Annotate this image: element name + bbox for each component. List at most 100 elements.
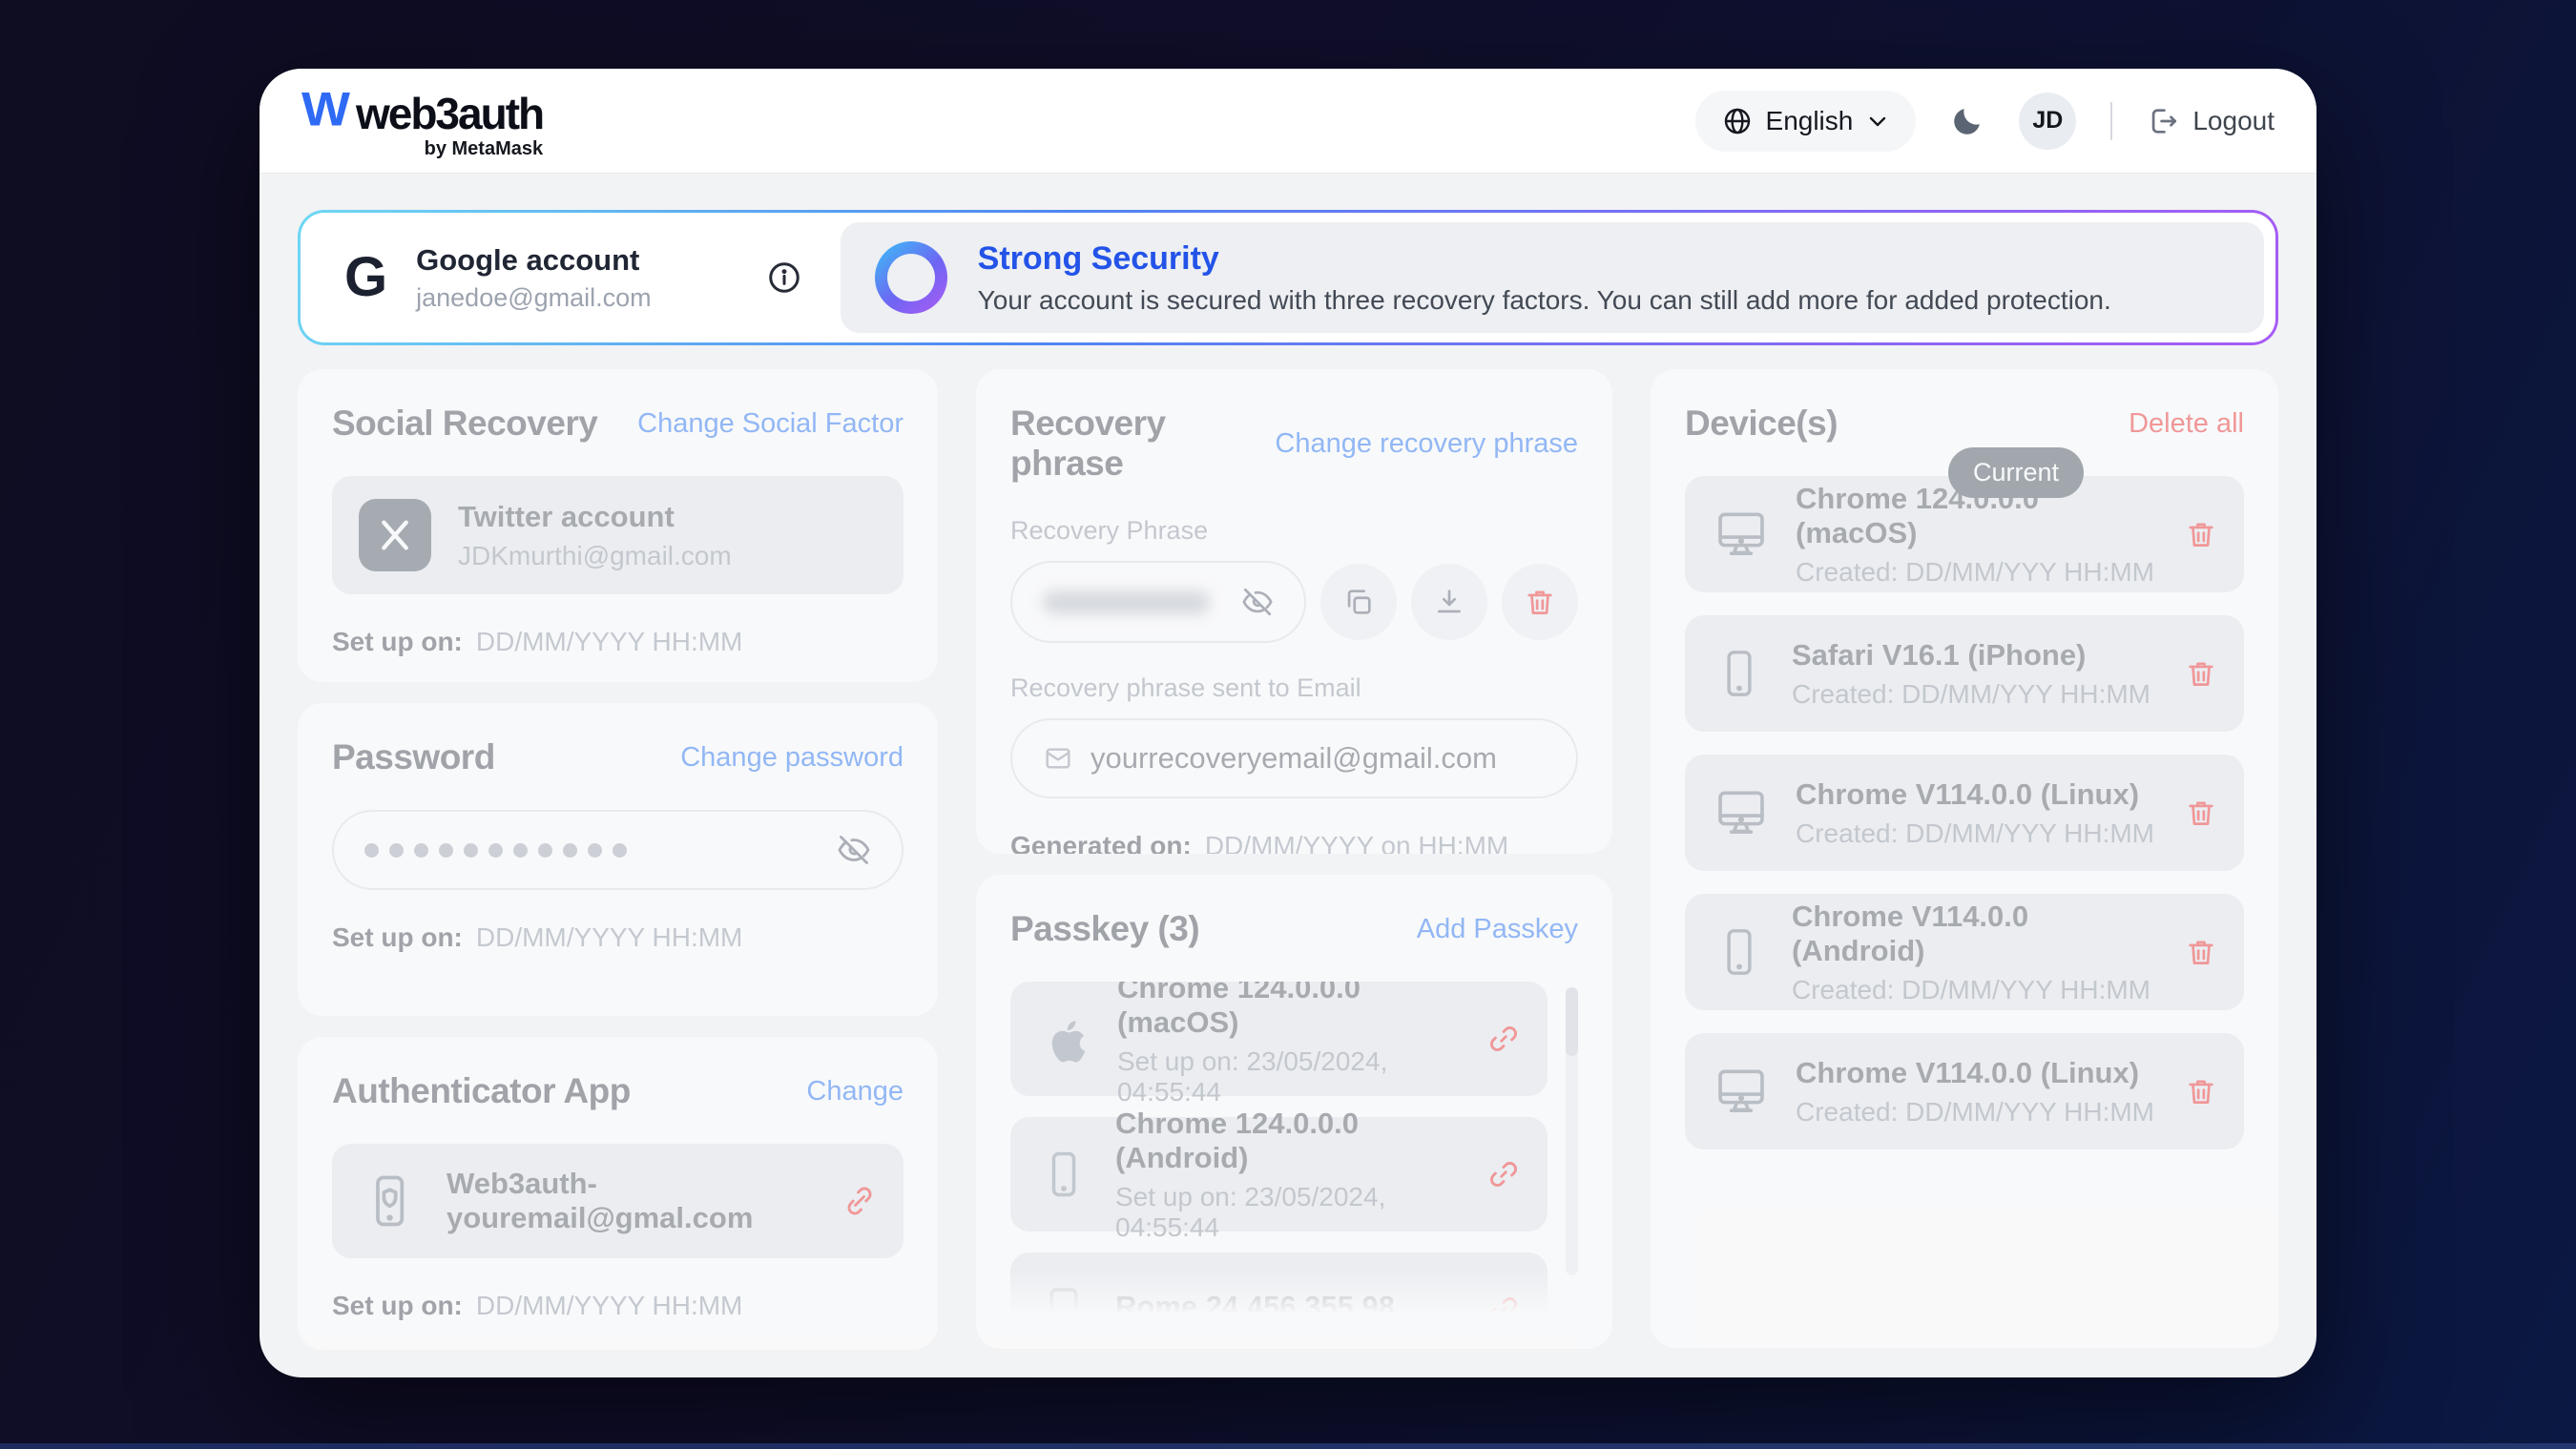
- password-setup-label: Set up on:: [332, 922, 463, 953]
- account-provider-title: Google account: [416, 243, 652, 278]
- bottom-edge-glow: [0, 1443, 2576, 1449]
- change-authenticator-link[interactable]: Change: [806, 1076, 904, 1107]
- authenticator-card: Authenticator App Change: [298, 1037, 938, 1350]
- password-field[interactable]: [332, 810, 904, 890]
- add-passkey-link[interactable]: Add Passkey: [1417, 914, 1578, 945]
- trash-icon[interactable]: [2185, 518, 2217, 550]
- authenticator-email: Web3auth-youremail@gmal.com: [447, 1167, 816, 1235]
- web3auth-logo-icon: W: [301, 86, 346, 134]
- authenticator-title: Authenticator App: [332, 1071, 631, 1111]
- change-recovery-phrase-link[interactable]: Change recovery phrase: [1275, 428, 1578, 460]
- security-status-title: Strong Security: [978, 240, 2111, 278]
- recovery-email-value: yourrecoveryemail@gmail.com: [1091, 741, 1497, 776]
- blurred-phrase-value: [1043, 590, 1210, 614]
- mail-icon: [1043, 743, 1073, 774]
- desktop-icon: [1712, 505, 1771, 564]
- chevron-down-icon: [1866, 110, 1889, 133]
- passkey-scrollbar-thumb[interactable]: [1566, 987, 1578, 1056]
- smartphone-icon: [1712, 646, 1767, 701]
- eye-off-icon[interactable]: [837, 833, 871, 867]
- device-meta: Created: DD/MM/YYY HH:MM: [1792, 975, 2160, 1005]
- device-title: Safari V16.1 (iPhone): [1792, 638, 2150, 673]
- twitter-account-item: Twitter account JDKmurthi@gmail.com: [332, 476, 904, 594]
- device-meta: Created: DD/MM/YYY HH:MM: [1796, 557, 2160, 588]
- device-meta: Created: DD/MM/YYY HH:MM: [1796, 818, 2154, 849]
- globe-icon: [1722, 106, 1753, 136]
- social-setup-label: Set up on:: [332, 627, 463, 657]
- language-label: English: [1766, 106, 1854, 136]
- authenticator-setup-value: DD/MM/YYYY HH:MM: [476, 1291, 743, 1321]
- login-account: G Google account janedoe@gmail.com: [301, 213, 652, 342]
- security-strength-panel: Strong Security Your account is secured …: [841, 222, 2264, 333]
- phone-shield-icon: [359, 1170, 420, 1232]
- recovery-phrase-title: Recovery phrase: [1010, 404, 1275, 484]
- google-g-icon: G: [344, 250, 387, 305]
- eye-off-icon[interactable]: [1241, 586, 1274, 618]
- x-twitter-icon: [359, 499, 431, 571]
- security-status-banner: G Google account janedoe@gmail.com: [298, 210, 2278, 345]
- generated-on-label: Generated on:: [1010, 831, 1192, 854]
- passkey-card: Passkey (3) Add Passkey: [976, 875, 1612, 1349]
- app-header: W web3auth by MetaMask English: [260, 69, 2316, 174]
- trash-icon[interactable]: [2185, 657, 2217, 690]
- trash-icon[interactable]: [2185, 1075, 2217, 1107]
- passkey-list: Chrome 124.0.0.0 (macOS) Set up on: 23/0…: [1010, 982, 1578, 1314]
- logout-label: Logout: [2192, 106, 2275, 136]
- recovery-phrase-label: Recovery Phrase: [1010, 516, 1578, 546]
- devices-card: Device(s) Delete all Current: [1651, 369, 2278, 1348]
- device-title: Chrome V114.0.0 (Android): [1792, 900, 2160, 968]
- generated-on-value: DD/MM/YYYY on HH:MM: [1205, 831, 1508, 854]
- recovery-email-field[interactable]: yourrecoveryemail@gmail.com: [1010, 718, 1578, 798]
- language-selector[interactable]: English: [1695, 91, 1917, 152]
- change-social-factor-link[interactable]: Change Social Factor: [637, 408, 904, 440]
- device-title: Chrome V114.0.0 (Linux): [1796, 1056, 2154, 1090]
- account-email: janedoe@gmail.com: [416, 283, 652, 313]
- logo-subtext: by MetaMask: [425, 139, 544, 158]
- current-device-badge: Current: [1948, 447, 2084, 498]
- passkey-row: Chrome 124.0.0.0 (Android) Set up on: 23…: [1010, 1117, 1548, 1232]
- passkey-item-title: Chrome 124.0.0.0 (Android): [1115, 1107, 1462, 1175]
- download-phrase-button[interactable]: [1411, 564, 1487, 640]
- authenticator-item: Web3auth-youremail@gmal.com: [332, 1144, 904, 1258]
- logout-icon: [2147, 105, 2179, 137]
- password-title: Password: [332, 737, 495, 777]
- passkey-item-meta: Set up on: 23/05/2024, 04:55:44: [1115, 1182, 1462, 1243]
- device-row: Chrome V114.0.0 (Android) Created: DD/MM…: [1685, 894, 2244, 1010]
- account-info-button[interactable]: [766, 259, 802, 296]
- logo-text: web3auth: [356, 92, 543, 135]
- link-icon[interactable]: [1486, 1022, 1521, 1056]
- trash-icon[interactable]: [2185, 936, 2217, 968]
- devices-title: Device(s): [1685, 404, 1838, 444]
- header-actions: English JD: [1695, 91, 2275, 152]
- apple-icon: [1037, 1011, 1092, 1066]
- list-fade-overlay: [1010, 1270, 1578, 1314]
- change-password-link[interactable]: Change password: [680, 742, 904, 774]
- user-avatar[interactable]: JD: [2019, 93, 2076, 150]
- copy-phrase-button[interactable]: [1320, 564, 1397, 640]
- security-strength-ring-icon: [875, 241, 947, 314]
- passkey-item-meta: Set up on: 23/05/2024, 04:55:44: [1117, 1046, 1462, 1107]
- recovery-phrase-field[interactable]: [1010, 561, 1306, 643]
- dark-mode-toggle[interactable]: [1950, 104, 1984, 138]
- delete-all-devices-link[interactable]: Delete all: [2129, 408, 2244, 440]
- trash-icon[interactable]: [2185, 797, 2217, 829]
- device-row: Chrome V114.0.0 (Linux) Created: DD/MM/Y…: [1685, 755, 2244, 871]
- security-status-description: Your account is secured with three recov…: [978, 285, 2111, 316]
- smartphone-icon: [1712, 924, 1767, 980]
- recovery-email-label: Recovery phrase sent to Email: [1010, 673, 1578, 703]
- link-icon[interactable]: [1486, 1157, 1521, 1191]
- passkey-title: Passkey (3): [1010, 909, 1199, 949]
- delete-phrase-button[interactable]: [1502, 564, 1578, 640]
- header-divider: [2110, 102, 2112, 140]
- passkey-row: Chrome 124.0.0.0 (macOS) Set up on: 23/0…: [1010, 982, 1548, 1096]
- account-dashboard-modal: W web3auth by MetaMask English: [260, 69, 2316, 1377]
- twitter-item-email: JDKmurthi@gmail.com: [458, 541, 732, 571]
- passkey-scrollbar[interactable]: [1566, 987, 1578, 1275]
- unlink-icon[interactable]: [842, 1184, 877, 1218]
- logout-button[interactable]: Logout: [2147, 105, 2275, 137]
- page-background: W web3auth by MetaMask English: [0, 0, 2576, 1449]
- device-row: Safari V16.1 (iPhone) Created: DD/MM/YYY…: [1685, 615, 2244, 732]
- password-mask-dots: [364, 843, 627, 858]
- device-row: Chrome V114.0.0 (Linux) Created: DD/MM/Y…: [1685, 1033, 2244, 1149]
- dashboard-content: G Google account janedoe@gmail.com: [260, 174, 2316, 1350]
